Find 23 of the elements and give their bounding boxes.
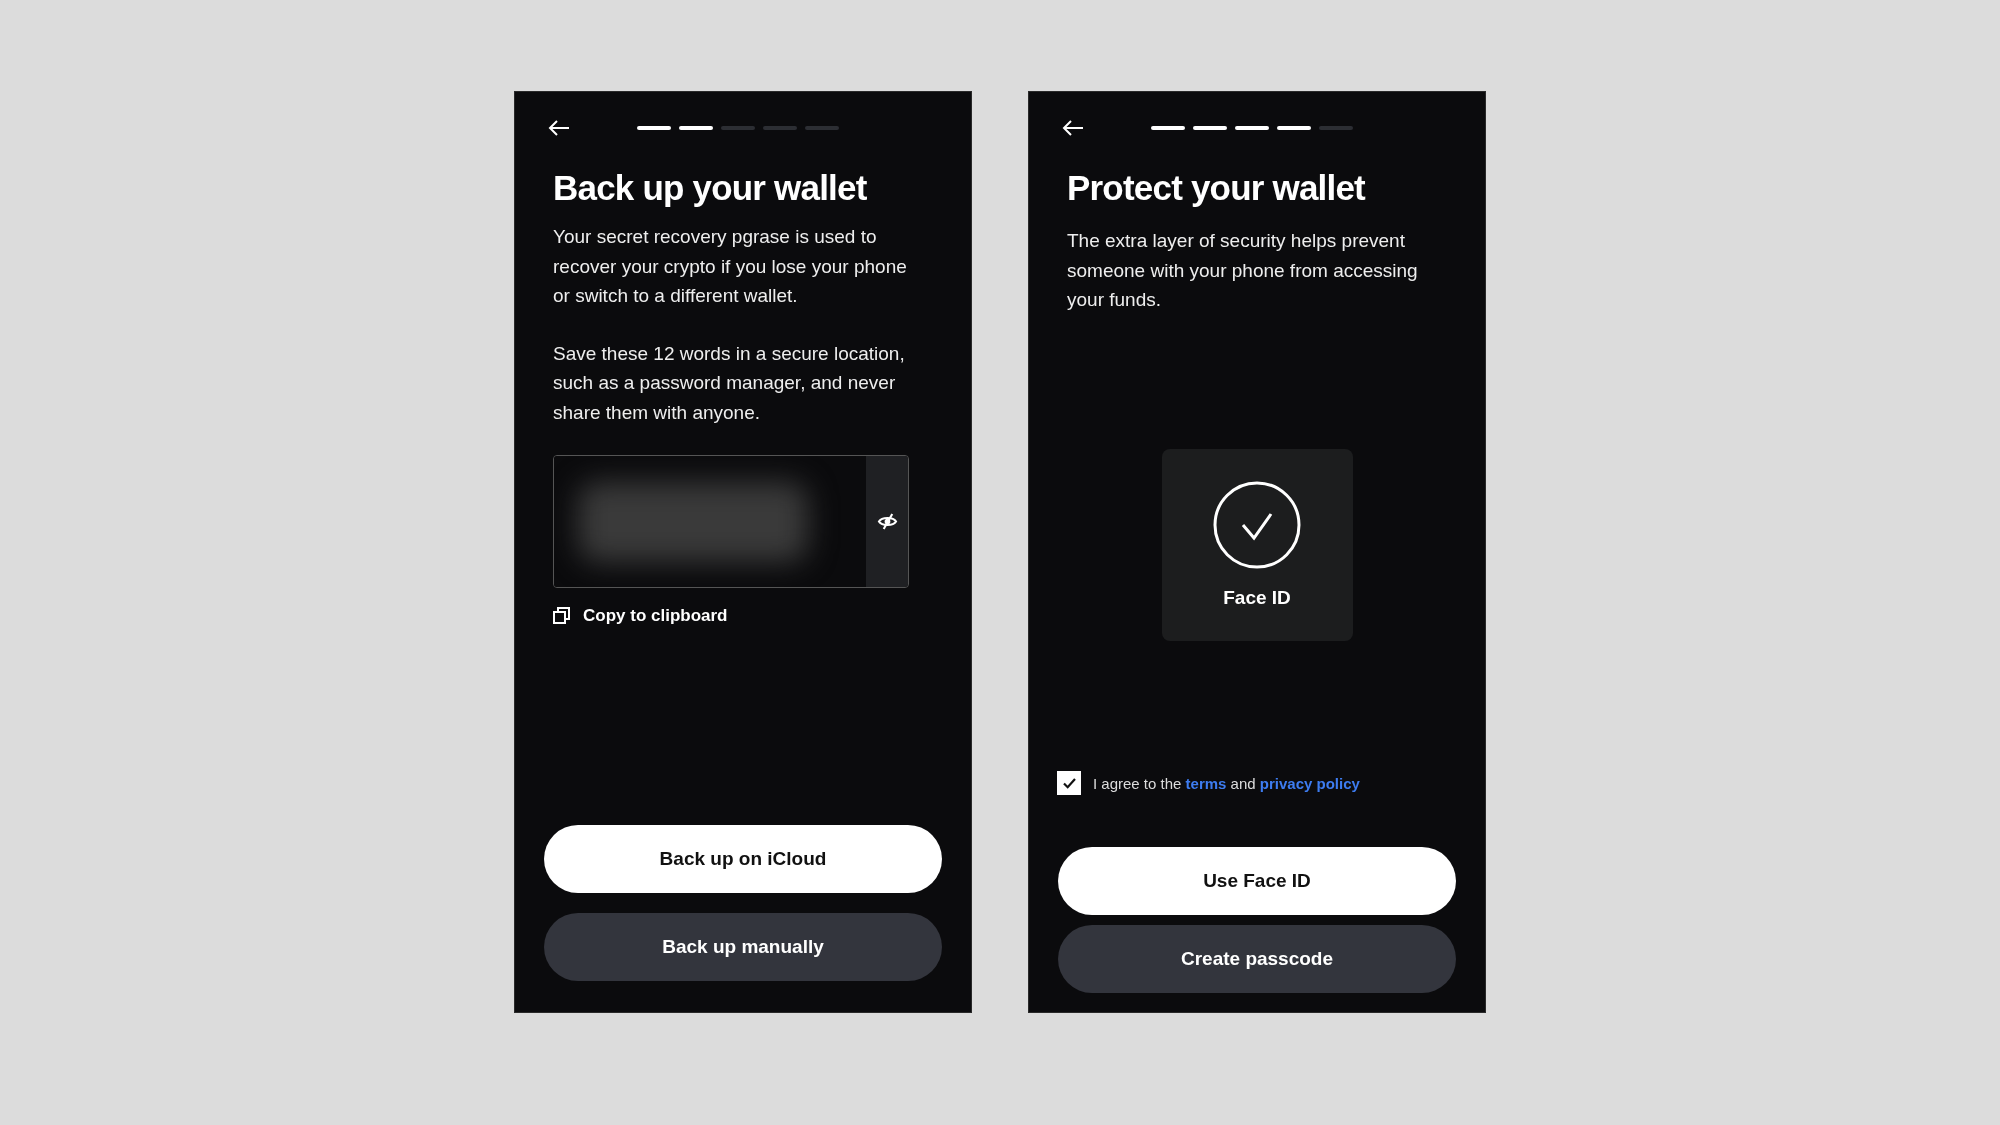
agree-checkbox[interactable] — [1057, 771, 1081, 795]
eye-slash-icon — [876, 512, 898, 531]
action-button[interactable]: Use Face ID — [1058, 847, 1456, 915]
action-button[interactable]: Back up on iCloud — [544, 825, 942, 893]
description-text: Save these 12 words in a secure location, such as a password manager, and never share them with anyone. — [553, 341, 906, 425]
back-icon[interactable] — [1062, 119, 1084, 137]
check-icon — [1062, 777, 1076, 789]
copy-icon[interactable] — [553, 607, 571, 625]
action-button[interactable]: Create passcode — [1058, 925, 1456, 993]
description-text: The extra layer of security helps prevent someone with your phone from accessing your funds. — [1067, 229, 1419, 312]
agreement-text: I agree to the terms and privacy policy — [1093, 774, 1360, 792]
copy-link[interactable]: Copy to clipboard — [583, 606, 728, 626]
screen-title: Back up your wallet — [553, 167, 868, 209]
privacy-policy-link[interactable]: privacy policy — [1259, 774, 1360, 792]
face-id-option[interactable]: Face ID — [1161, 448, 1353, 641]
description-text: Your secret recovery pgrase is used to recover your crypto if you lose your phone or switch to a different wallet. — [553, 225, 908, 308]
action-button[interactable]: Back up manually — [544, 913, 942, 981]
back-icon[interactable] — [548, 119, 570, 137]
option-label: Face ID — [1223, 586, 1291, 609]
screen-title: Protect your wallet — [1067, 167, 1367, 209]
check-circle-icon — [1213, 480, 1301, 569]
reveal-button[interactable] — [866, 456, 908, 587]
terms-link[interactable]: terms — [1185, 774, 1227, 792]
